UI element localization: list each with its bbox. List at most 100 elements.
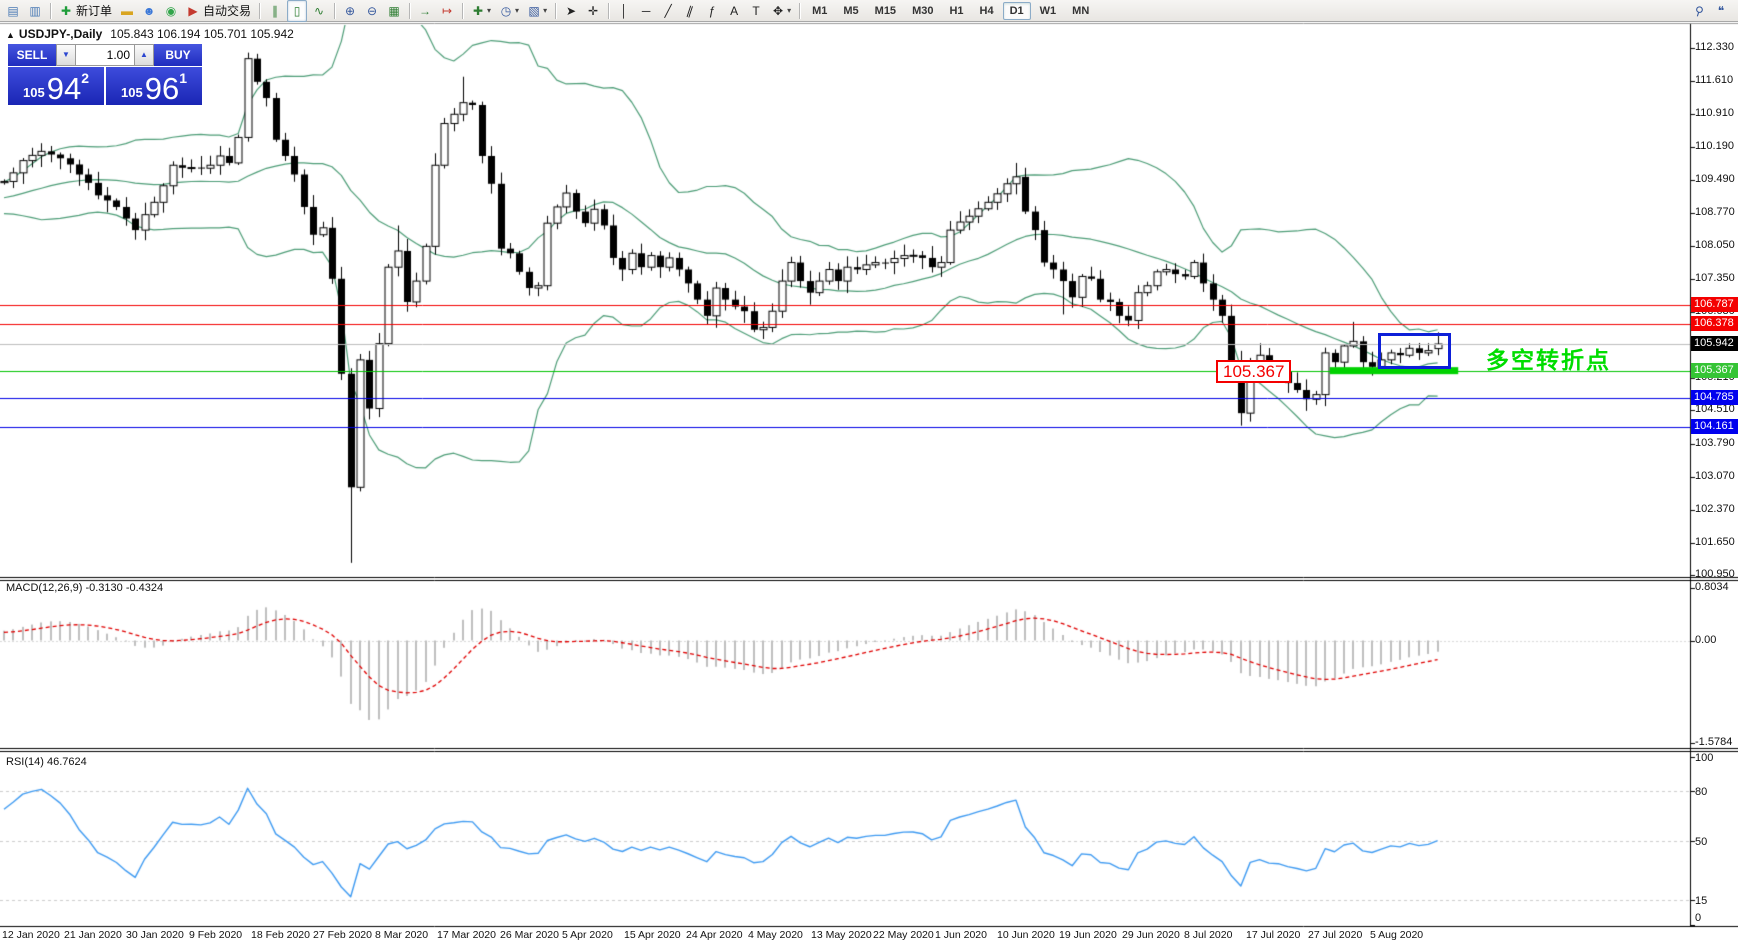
date-axis-label: 24 Apr 2020 bbox=[686, 929, 743, 941]
rsi-axis-tick: 80 bbox=[1695, 786, 1708, 798]
timeframe-m5[interactable]: M5 bbox=[836, 2, 865, 20]
zoom-out-icon[interactable]: ⊖ bbox=[362, 0, 382, 22]
timeframe-h1[interactable]: H1 bbox=[942, 2, 970, 20]
buy-price-point: 1 bbox=[179, 70, 187, 86]
sell-price-pips: 94 bbox=[46, 71, 82, 106]
shapes-tool-button: ✥ bbox=[773, 3, 784, 18]
vertical-line-tool-icon[interactable]: │ bbox=[614, 0, 634, 22]
toolbar-group: ▤ ▥ bbox=[2, 0, 46, 22]
price-axis-badge: 106.787 bbox=[1691, 297, 1738, 312]
timeframe-w1[interactable]: W1 bbox=[1033, 2, 1064, 20]
auto-scroll-icon[interactable]: → bbox=[415, 0, 435, 22]
text-tool-icon[interactable]: A bbox=[724, 0, 744, 22]
price-axis-tick: 112.330 bbox=[1695, 41, 1734, 53]
new-order-button-label: 新订单 bbox=[76, 4, 113, 18]
label-tool-icon: T bbox=[752, 3, 760, 18]
chart-ohlc-values: 105.843 106.194 105.701 105.942 bbox=[110, 27, 294, 41]
crosshair-tool-icon[interactable]: ✛ bbox=[583, 0, 603, 22]
chart-shift-icon[interactable]: ↦ bbox=[437, 0, 457, 22]
community-icon[interactable]: ☻ bbox=[139, 0, 159, 22]
date-axis-label: 1 Jun 2020 bbox=[935, 929, 987, 941]
price-axis-tick: 110.910 bbox=[1695, 107, 1734, 119]
horizontal-line-tool-icon[interactable]: ─ bbox=[636, 0, 656, 22]
one-click-toggle-icon[interactable]: ▲ bbox=[6, 30, 15, 40]
indicators-button[interactable]: ✚ ▾ bbox=[468, 0, 494, 22]
trendline-tool-icon[interactable]: ╱ bbox=[658, 0, 678, 22]
tile-windows-icon: ▦ bbox=[388, 3, 400, 18]
timeframe-h4[interactable]: H4 bbox=[973, 2, 1001, 20]
cursor-tool-icon[interactable]: ➤ bbox=[561, 0, 581, 22]
price-axis-badge: 105.942 bbox=[1691, 336, 1738, 351]
chat-icon: ❝ bbox=[1717, 3, 1725, 18]
bar-chart-icon[interactable]: ∥ bbox=[265, 0, 285, 22]
date-axis-label: 29 Jun 2020 bbox=[1122, 929, 1180, 941]
sell-button[interactable]: SELL bbox=[8, 44, 56, 66]
timeframe-m1[interactable]: M1 bbox=[805, 2, 834, 20]
metaeditor-icon[interactable]: ▬ bbox=[117, 0, 137, 22]
toolbar-group: ⊕ ⊖ ▦ bbox=[339, 0, 405, 22]
price-level-label[interactable]: 105.367 bbox=[1216, 360, 1292, 383]
periods-button[interactable]: ◷ ▾ bbox=[496, 0, 522, 22]
dropdown-arrow-icon[interactable]: ▾ bbox=[787, 6, 791, 15]
shapes-tool-button[interactable]: ✥ ▾ bbox=[768, 0, 794, 22]
volume-down-button[interactable]: ▼ bbox=[56, 44, 76, 66]
toolbar-separator bbox=[555, 2, 557, 19]
buy-button[interactable]: BUY bbox=[154, 44, 202, 66]
tile-windows-icon[interactable]: ▦ bbox=[384, 0, 404, 22]
buy-price-button[interactable]: 105 96 1 bbox=[106, 67, 202, 105]
price-axis-tick: 103.070 bbox=[1695, 470, 1735, 482]
rsi-axis-tick: 50 bbox=[1695, 836, 1708, 848]
sell-price-button[interactable]: 105 94 2 bbox=[8, 67, 104, 105]
signals-icon[interactable]: ◉ bbox=[161, 0, 181, 22]
chat-icon[interactable]: ❝ bbox=[1711, 0, 1731, 22]
chart-canvas[interactable] bbox=[0, 0, 1738, 946]
new-order-button[interactable]: ✚ 新订单 bbox=[56, 0, 115, 22]
fibonacci-tool-icon[interactable]: ƒ bbox=[702, 0, 722, 22]
price-axis-badge: 104.785 bbox=[1691, 390, 1738, 405]
signals-icon: ◉ bbox=[165, 3, 177, 18]
turning-point-annotation[interactable]: 多空转折点 bbox=[1486, 341, 1611, 375]
timeframe-d1[interactable]: D1 bbox=[1002, 1, 1031, 20]
sell-price-point: 2 bbox=[81, 70, 89, 86]
timeframe-m15[interactable]: M15 bbox=[868, 2, 903, 20]
autotrading-button[interactable]: ▶ 自动交易 bbox=[183, 0, 254, 22]
horizontal-line-tool-icon: ─ bbox=[641, 3, 651, 18]
rsi-axis-tick: 100 bbox=[1695, 752, 1714, 764]
charts-grid-icon[interactable]: ▤ bbox=[3, 0, 23, 22]
toolbar-separator bbox=[259, 2, 261, 19]
text-tool-icon: A bbox=[730, 3, 739, 18]
one-click-trading-panel: SELL ▼ ▲ BUY 105942 105961 bbox=[8, 44, 204, 105]
price-axis-tick: 100.950 bbox=[1695, 568, 1735, 580]
charts-grid-icon: ▤ bbox=[7, 3, 19, 18]
dropdown-arrow-icon[interactable]: ▾ bbox=[487, 6, 491, 15]
channel-tool-icon[interactable]: ∥ bbox=[680, 0, 700, 22]
buy-price-figure: 105 bbox=[121, 85, 143, 100]
buy-price-pips: 96 bbox=[144, 71, 180, 106]
line-chart-icon[interactable]: ∿ bbox=[309, 0, 329, 22]
timeframe-m30[interactable]: M30 bbox=[905, 2, 940, 20]
dropdown-arrow-icon[interactable]: ▾ bbox=[515, 6, 519, 15]
label-tool-icon[interactable]: T bbox=[746, 0, 766, 22]
date-axis-label: 17 Mar 2020 bbox=[437, 929, 496, 941]
chart-symbol-label: USDJPY-,Daily bbox=[18, 27, 103, 41]
candlestick-chart-icon[interactable]: ▯ bbox=[287, 0, 308, 22]
chart-profile-icon[interactable]: ▥ bbox=[25, 0, 45, 22]
timeframe-mn[interactable]: MN bbox=[1065, 2, 1096, 20]
crosshair-tool-icon: ✛ bbox=[588, 3, 599, 18]
volume-input[interactable] bbox=[76, 44, 134, 66]
price-axis-badge: 106.378 bbox=[1691, 316, 1738, 331]
search-icon[interactable]: ⚲ bbox=[1689, 0, 1709, 22]
volume-up-button[interactable]: ▲ bbox=[134, 44, 154, 66]
toolbar-separator bbox=[462, 2, 464, 19]
templates-button[interactable]: ▧ ▾ bbox=[524, 0, 550, 22]
vertical-line-tool-icon: │ bbox=[620, 3, 628, 18]
date-axis-label: 15 Apr 2020 bbox=[624, 929, 681, 941]
date-axis-label: 19 Jun 2020 bbox=[1059, 929, 1117, 941]
date-axis-label: 13 May 2020 bbox=[811, 929, 872, 941]
consolidation-highlight-rectangle[interactable] bbox=[1378, 333, 1451, 369]
chart-shift-icon: ↦ bbox=[442, 3, 453, 18]
dropdown-arrow-icon[interactable]: ▾ bbox=[543, 6, 547, 15]
chart-profile-icon: ▥ bbox=[29, 3, 41, 18]
macd-axis-tick: 0.8034 bbox=[1695, 581, 1729, 593]
zoom-in-icon[interactable]: ⊕ bbox=[340, 0, 360, 22]
